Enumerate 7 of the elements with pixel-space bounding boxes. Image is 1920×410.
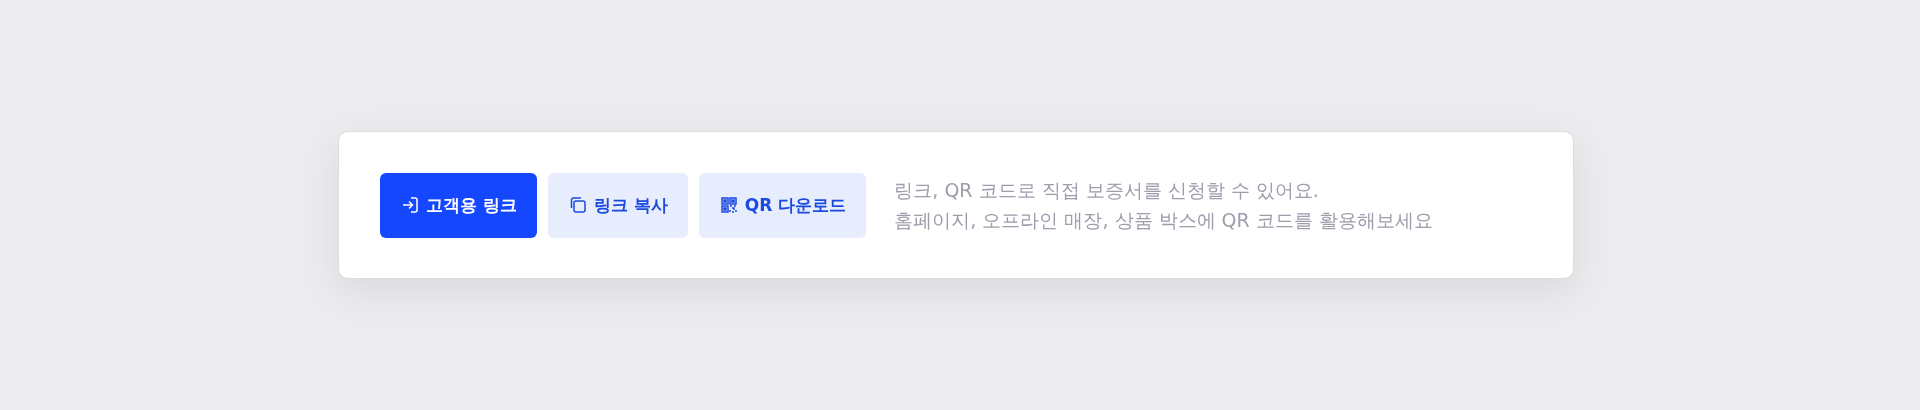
qr-code-icon (718, 195, 739, 215)
copy-link-button[interactable]: 링크 복사 (547, 172, 688, 238)
qr-download-button[interactable]: QR 다운로드 (698, 172, 867, 238)
description-text: 홈페이지, 오프라인 매장, 상품 박스에 QR 코드를 활용해보세요 (894, 208, 1433, 233)
customer-link-button[interactable]: 고객용 링크 (380, 172, 537, 238)
enter-icon (400, 195, 420, 215)
description-text: 링크, QR 코드로 직접 보증서를 신청할 수 있어요. (894, 178, 1320, 203)
